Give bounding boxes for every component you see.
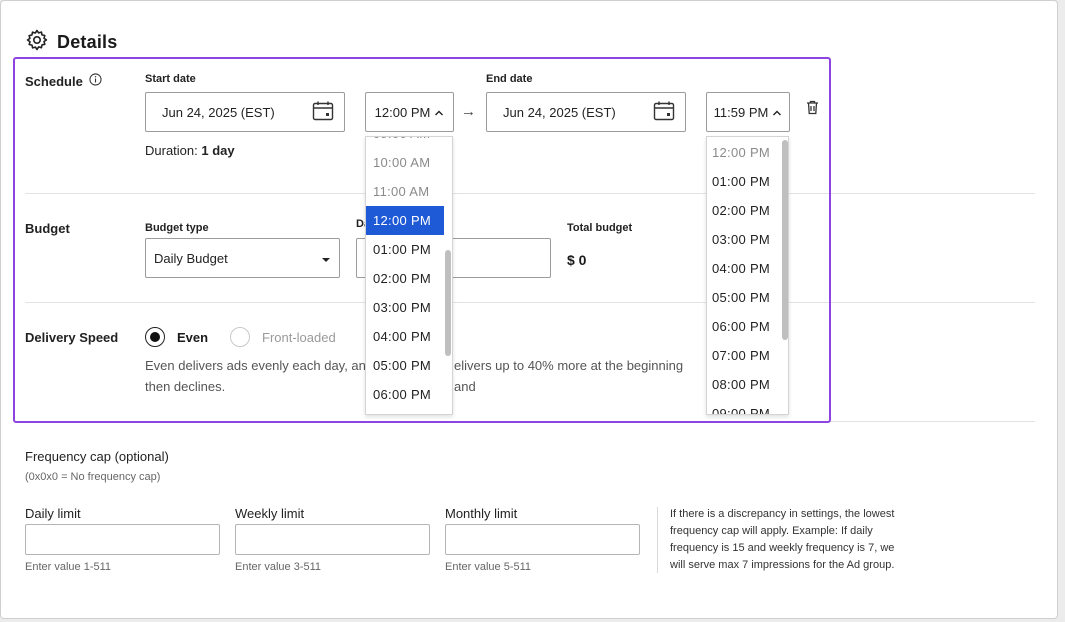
time-option[interactable]: 08:00 PM (707, 370, 781, 399)
note-line: frequency cap will apply. Example: If da… (670, 525, 873, 537)
time-option[interactable]: 11:00 AM (366, 177, 444, 206)
note-line: frequency is 15 and weekly frequency is … (670, 542, 895, 554)
time-option[interactable]: 03:00 PM (366, 293, 444, 322)
start-time-options: 09:00 AM10:00 AM11:00 AM12:00 PM01:00 PM… (366, 137, 444, 409)
time-option[interactable]: 12:00 PM (366, 206, 444, 235)
time-option[interactable]: 10:00 AM (366, 148, 444, 177)
weekly-limit-label: Weekly limit (235, 506, 305, 521)
time-option[interactable]: 01:00 PM (366, 235, 444, 264)
time-option[interactable]: 09:00 AM (366, 137, 444, 148)
frequency-subtitle: (0x0x0 = No frequency cap) (25, 471, 161, 483)
time-option[interactable]: 04:00 PM (707, 254, 781, 283)
time-option[interactable]: 02:00 PM (707, 196, 781, 225)
time-option[interactable]: 04:00 PM (366, 322, 444, 351)
scrollbar[interactable] (781, 137, 788, 414)
time-option[interactable]: 06:00 PM (707, 312, 781, 341)
frequency-title: Frequency cap (optional) (25, 449, 169, 464)
scrollbar[interactable] (444, 137, 452, 414)
daily-limit-hint: Enter value 1-511 (25, 561, 112, 573)
note-divider (657, 507, 658, 573)
frequency-note: If there is a discrepancy in settings, t… (670, 506, 930, 574)
start-time-dropdown[interactable]: 09:00 AM10:00 AM11:00 AM12:00 PM01:00 PM… (365, 136, 453, 415)
time-option[interactable]: 03:00 PM (707, 225, 781, 254)
daily-limit-input[interactable] (25, 524, 220, 555)
monthly-limit-label: Monthly limit (445, 506, 518, 521)
note-line: If there is a discrepancy in settings, t… (670, 508, 895, 520)
scrollbar-thumb[interactable] (782, 140, 788, 340)
monthly-limit-hint: Enter value 5-511 (445, 561, 532, 573)
gear-icon (25, 28, 49, 57)
time-option[interactable]: 05:00 PM (707, 283, 781, 312)
time-option[interactable]: 05:00 PM (366, 351, 444, 380)
end-time-options: 12:00 PM 01:00 PM 02:00 PM 03:00 PM 04:00 PM… (707, 138, 781, 414)
scrollbar-thumb[interactable] (445, 250, 451, 356)
note-line: will serve max 7 impressions for the Ad … (670, 559, 895, 571)
daily-limit-label: Daily limit (25, 506, 81, 521)
weekly-limit-hint: Enter value 3-511 (235, 561, 322, 573)
time-option[interactable]: 12:00 PM (707, 138, 781, 167)
weekly-limit-input[interactable] (235, 524, 430, 555)
end-time-dropdown[interactable]: 12:00 PM 01:00 PM 02:00 PM 03:00 PM 04:00 PM… (706, 136, 789, 415)
time-option[interactable]: 07:00 PM (707, 341, 781, 370)
time-option[interactable]: 01:00 PM (707, 167, 781, 196)
monthly-limit-input[interactable] (445, 524, 640, 555)
section-title: Details (57, 32, 118, 52)
time-option[interactable]: 06:00 PM (366, 380, 444, 409)
time-option[interactable]: 02:00 PM (366, 264, 444, 293)
time-option[interactable]: 09:00 PM (707, 399, 781, 414)
details-card: Details Schedule Start date Jun 24, 2025… (0, 0, 1058, 619)
section-header: Details (25, 28, 117, 57)
